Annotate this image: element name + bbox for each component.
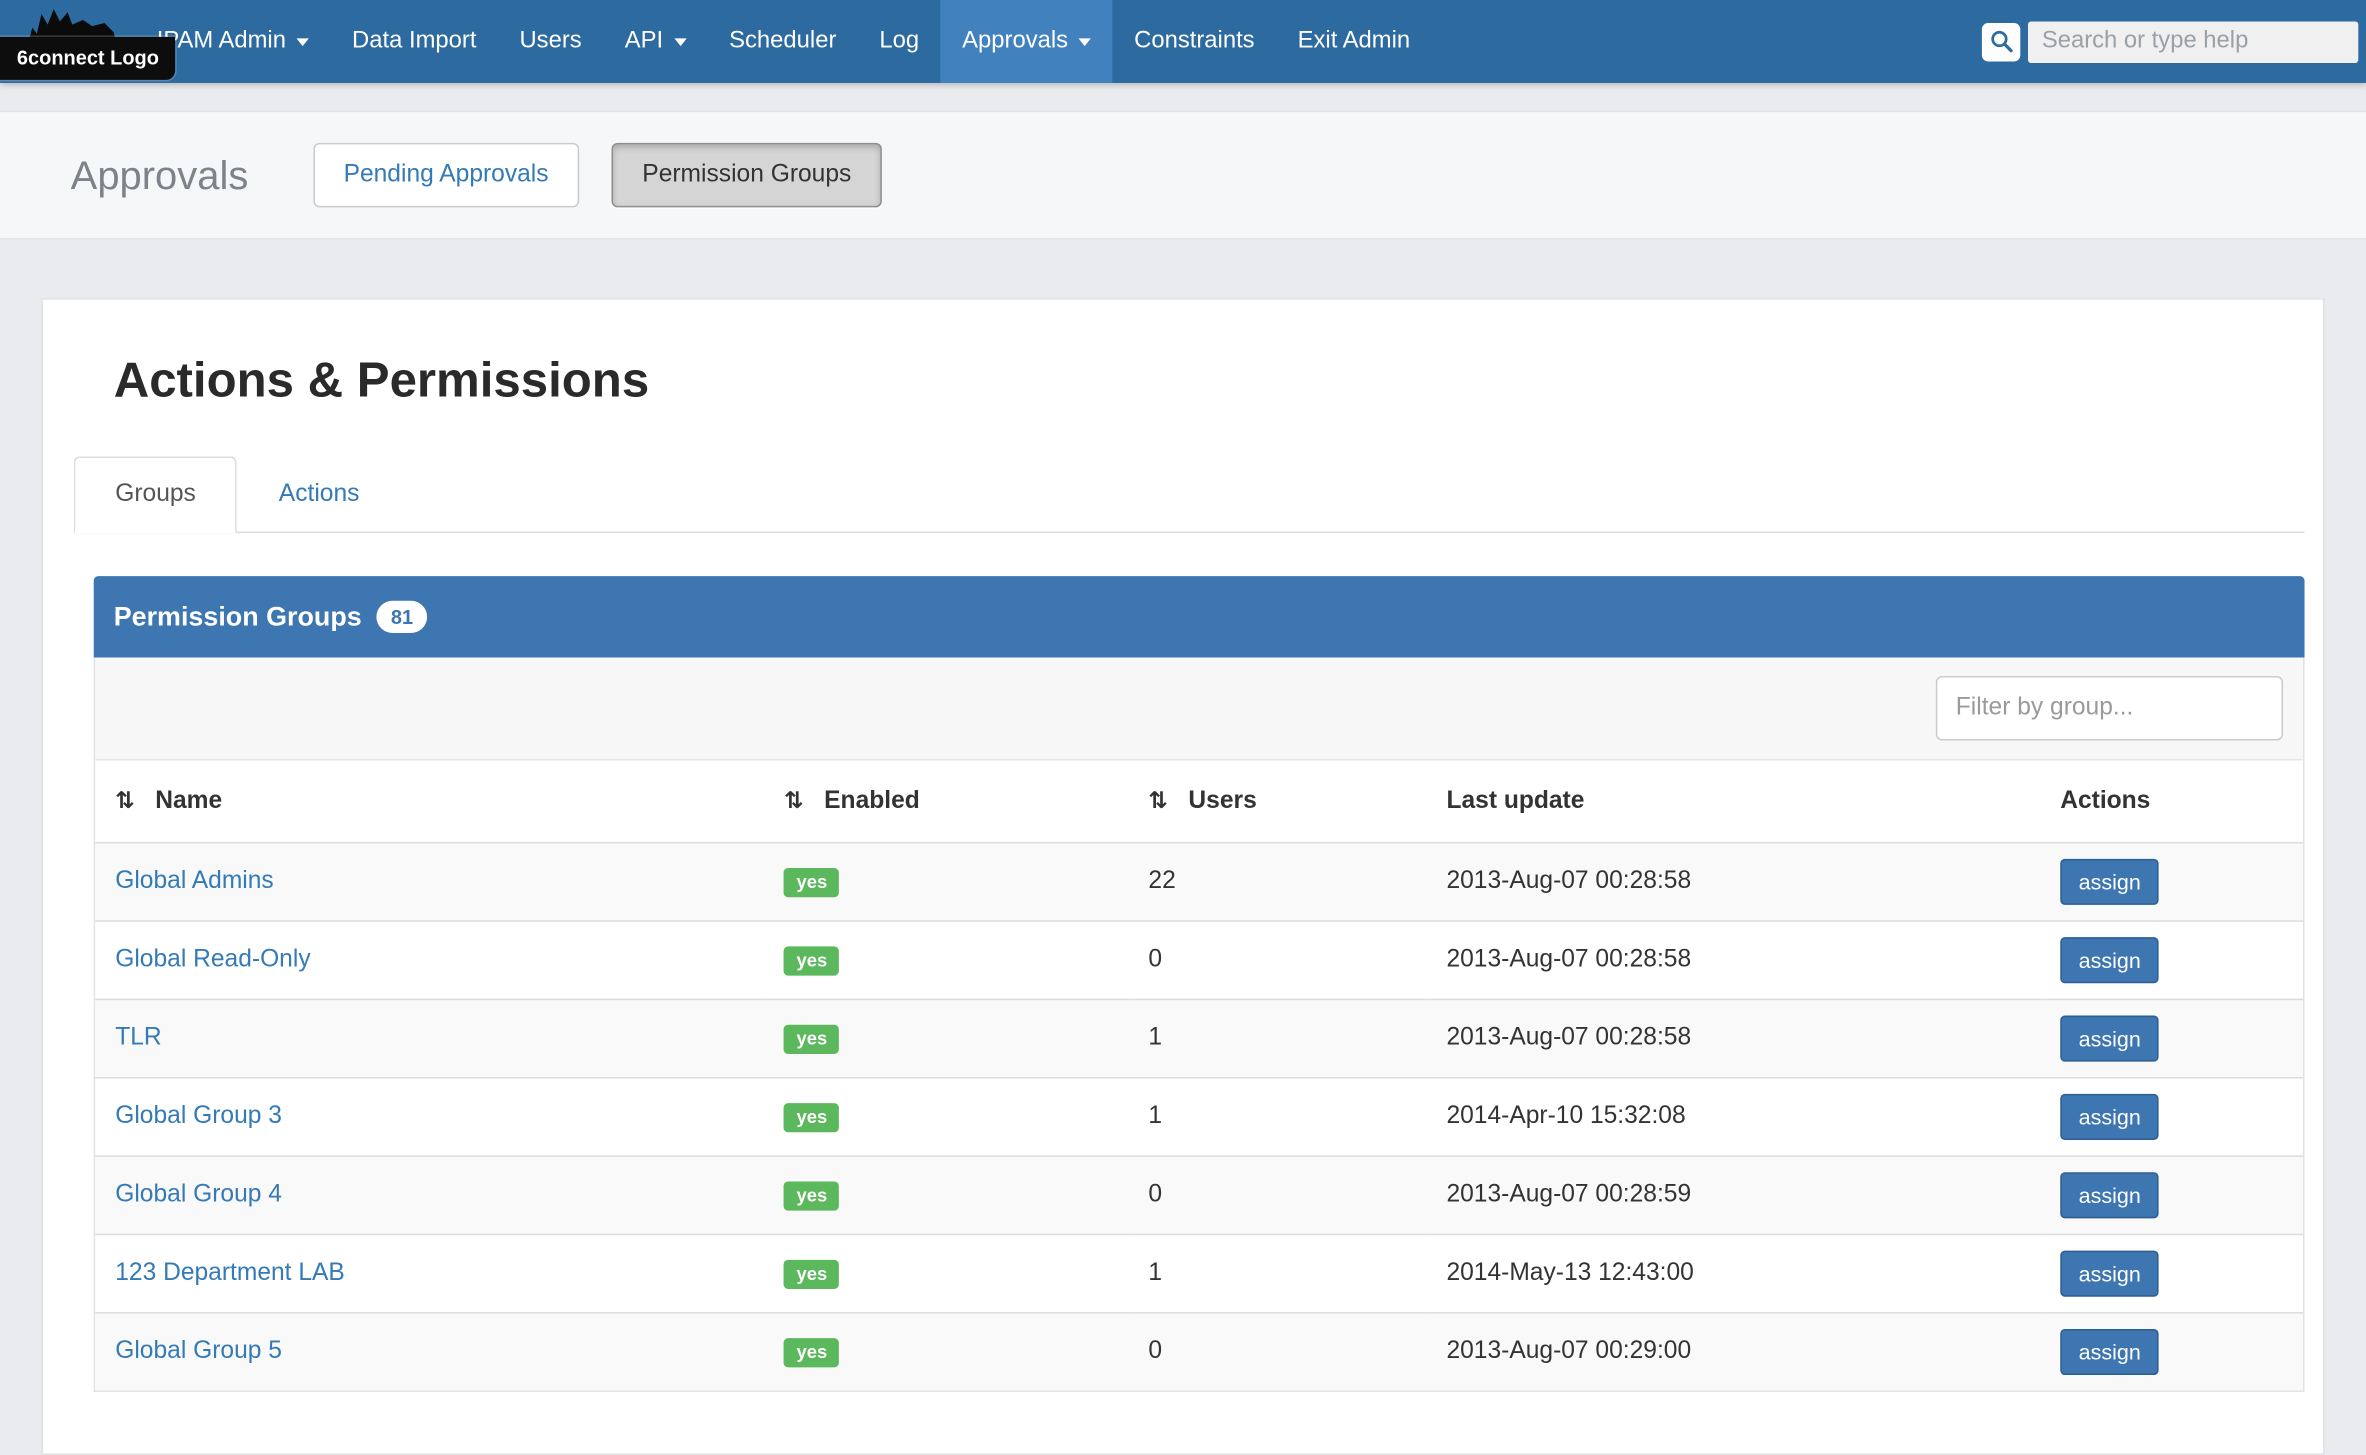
column-header-name[interactable]: Name: [95, 760, 764, 842]
table-row: Global Group 4 yes 0 2013-Aug-07 00:28:5…: [95, 1156, 2303, 1234]
users-count: 1: [1128, 1078, 1426, 1156]
sort-icon[interactable]: [1148, 787, 1167, 815]
nav-item-label: IPAM Admin: [157, 28, 286, 56]
nav-item-label: Scheduler: [729, 28, 836, 56]
nav-item-label: Approvals: [962, 28, 1068, 56]
nav-item-label: Constraints: [1134, 28, 1254, 56]
last-update: 2014-May-13 12:43:00: [1426, 1234, 2040, 1312]
nav-item-approvals[interactable]: Approvals: [941, 0, 1113, 83]
enabled-badge: yes: [784, 1102, 839, 1131]
assign-button[interactable]: assign: [2060, 1251, 2159, 1297]
section-title: Actions & Permissions: [114, 352, 2305, 409]
table-row: 123 Department LAB yes 1 2014-May-13 12:…: [95, 1234, 2303, 1312]
panel-header: Permission Groups 81: [94, 576, 2305, 657]
column-header-enabled[interactable]: Enabled: [764, 760, 1128, 842]
permission-groups-panel: Permission Groups 81: [94, 576, 2305, 1392]
page: 6connect Logo IPAM Admin Data Import Use…: [0, 0, 2366, 1367]
nav-item-log[interactable]: Log: [858, 0, 941, 83]
last-update: 2013-Aug-07 00:29:00: [1426, 1313, 2040, 1391]
group-name-link[interactable]: Global Group 3: [115, 1103, 282, 1129]
nav-item-label: Data Import: [352, 28, 476, 56]
group-name-link[interactable]: Global Admins: [115, 868, 274, 894]
enabled-badge: yes: [784, 1259, 839, 1288]
pending-approvals-button[interactable]: Pending Approvals: [313, 143, 579, 208]
users-count: 1: [1128, 1234, 1426, 1312]
table-header-row: Name Enabled Users Last upda: [95, 760, 2303, 842]
enabled-badge: yes: [784, 1337, 839, 1366]
nav-item-label: Log: [879, 28, 919, 56]
nav-item-data-import[interactable]: Data Import: [331, 0, 498, 83]
last-update: 2013-Aug-07 00:28:58: [1426, 999, 2040, 1077]
assign-button[interactable]: assign: [2060, 1016, 2159, 1062]
group-name-link[interactable]: Global Read-Only: [115, 946, 310, 972]
nav-items: IPAM Admin Data Import Users API Schedul…: [135, 0, 1431, 83]
enabled-badge: yes: [784, 1181, 839, 1210]
users-count: 0: [1128, 1313, 1426, 1391]
nav-item-label: API: [625, 28, 663, 56]
permission-groups-button[interactable]: Permission Groups: [612, 143, 882, 208]
nav-item-exit-admin[interactable]: Exit Admin: [1276, 0, 1432, 83]
column-header-last-update: Last update: [1426, 760, 2040, 842]
tabs: Groups Actions: [74, 455, 2305, 533]
group-name-link[interactable]: TLR: [115, 1025, 161, 1051]
sort-icon[interactable]: [784, 787, 803, 815]
search-icon[interactable]: [1982, 22, 2020, 60]
table-row: TLR yes 1 2013-Aug-07 00:28:58 assign: [95, 999, 2303, 1077]
assign-button[interactable]: assign: [2060, 937, 2159, 983]
last-update: 2013-Aug-07 00:28:59: [1426, 1156, 2040, 1234]
main-card: Actions & Permissions Groups Actions Per…: [41, 298, 2324, 1455]
column-header-actions: Actions: [2040, 760, 2303, 842]
assign-button[interactable]: assign: [2060, 1094, 2159, 1140]
last-update: 2014-Apr-10 15:32:08: [1426, 1078, 2040, 1156]
users-count: 1: [1128, 999, 1426, 1077]
count-badge: 81: [377, 601, 427, 633]
enabled-badge: yes: [784, 867, 839, 896]
users-count: 0: [1128, 921, 1426, 999]
assign-button[interactable]: assign: [2060, 859, 2159, 905]
caret-down-icon: [1079, 38, 1091, 46]
nav-item-label: Exit Admin: [1298, 28, 1411, 56]
group-name-link[interactable]: Global Group 4: [115, 1181, 282, 1207]
nav-item-api[interactable]: API: [603, 0, 707, 83]
tab-groups[interactable]: Groups: [74, 456, 238, 533]
enabled-badge: yes: [784, 946, 839, 975]
panel-toolbar: [95, 658, 2303, 761]
last-update: 2013-Aug-07 00:28:58: [1426, 843, 2040, 921]
page-title: Approvals: [71, 151, 249, 199]
nav-item-label: Users: [519, 28, 581, 56]
column-header-users[interactable]: Users: [1128, 760, 1426, 842]
sort-icon[interactable]: [115, 787, 134, 815]
table-row: Global Group 3 yes 1 2014-Apr-10 15:32:0…: [95, 1078, 2303, 1156]
assign-button[interactable]: assign: [2060, 1329, 2159, 1375]
permission-groups-table: Name Enabled Users Last upda: [95, 760, 2303, 1390]
group-name-link[interactable]: 123 Department LAB: [115, 1260, 345, 1286]
users-count: 22: [1128, 843, 1426, 921]
logo-area[interactable]: 6connect Logo: [0, 0, 135, 83]
nav-item-scheduler[interactable]: Scheduler: [708, 0, 858, 83]
caret-down-icon: [674, 38, 686, 46]
tab-actions[interactable]: Actions: [237, 456, 401, 533]
assign-button[interactable]: assign: [2060, 1172, 2159, 1218]
enabled-badge: yes: [784, 1024, 839, 1053]
page-subheader: Approvals Pending Approvals Permission G…: [0, 111, 2366, 240]
search-input[interactable]: [2028, 21, 2358, 62]
nav-item-constraints[interactable]: Constraints: [1113, 0, 1276, 83]
panel-title: Permission Groups: [114, 601, 362, 633]
group-name-link[interactable]: Global Group 5: [115, 1338, 282, 1364]
logo-alt-tooltip: 6connect Logo: [0, 37, 176, 80]
users-count: 0: [1128, 1156, 1426, 1234]
nav-item-users[interactable]: Users: [498, 0, 603, 83]
caret-down-icon: [297, 38, 309, 46]
top-navbar: 6connect Logo IPAM Admin Data Import Use…: [0, 0, 2366, 83]
panel-body: Name Enabled Users Last upda: [94, 658, 2305, 1392]
table-row: Global Group 5 yes 0 2013-Aug-07 00:29:0…: [95, 1313, 2303, 1391]
table-row: Global Admins yes 22 2013-Aug-07 00:28:5…: [95, 843, 2303, 921]
navbar-search-area: [1982, 0, 2366, 83]
filter-group-input[interactable]: [1936, 676, 2283, 741]
last-update: 2013-Aug-07 00:28:58: [1426, 921, 2040, 999]
table-row: Global Read-Only yes 0 2013-Aug-07 00:28…: [95, 921, 2303, 999]
